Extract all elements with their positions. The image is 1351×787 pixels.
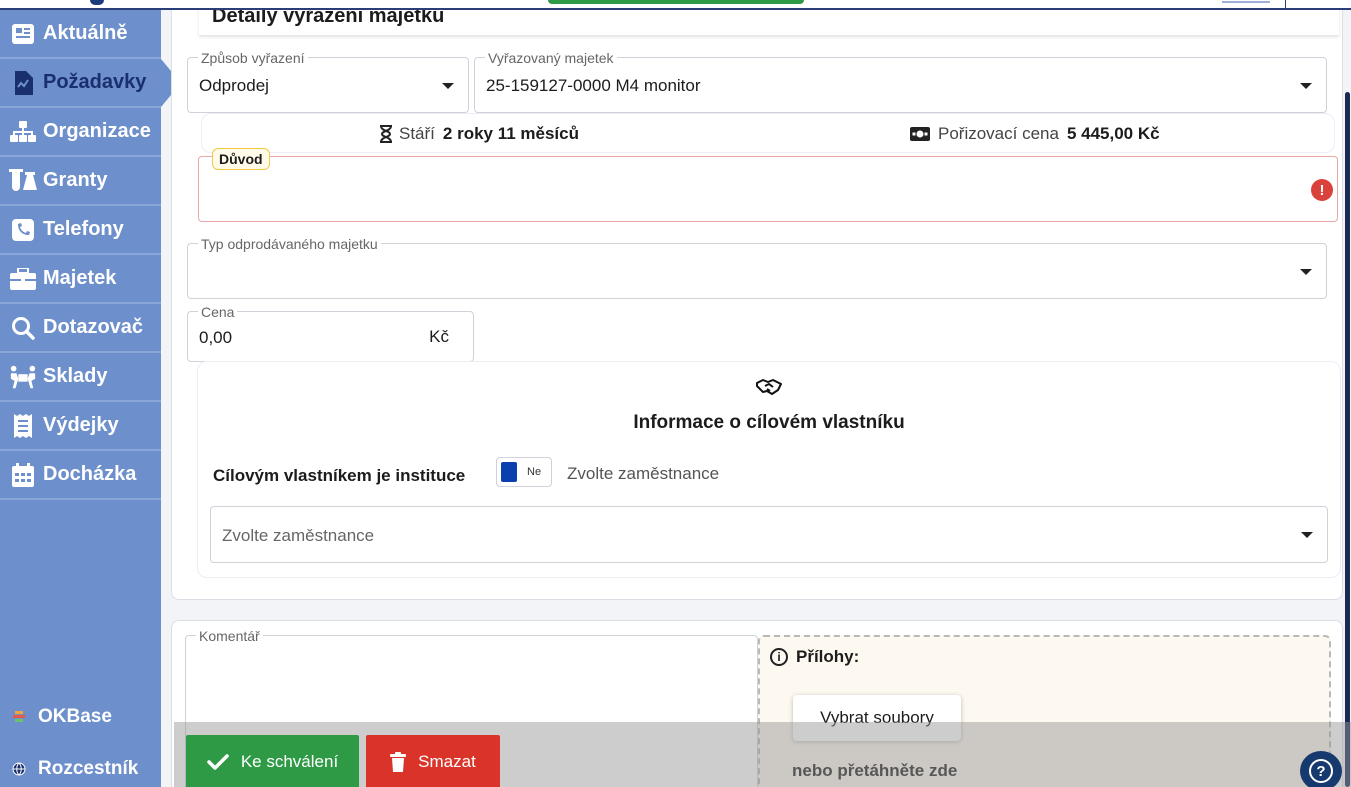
top-bar (0, 0, 1351, 10)
sidebar-item-label: Výdejky (43, 414, 119, 436)
sidebar-item-label: Aktuálně (43, 22, 128, 44)
asset-age-value: 2 roky 11 měsíců (442, 124, 579, 143)
check-icon (207, 754, 229, 770)
submit-for-approval-label: Ke schválení (240, 752, 339, 771)
sidebar-item-label: Majetek (43, 267, 117, 289)
main-content: Detaily vyřazení majetku Způsob vyřazení… (161, 10, 1351, 787)
sidebar-item-label: Sklady (43, 365, 108, 387)
price-value: 0,00 (199, 328, 233, 347)
purchase-price-label: Pořizovací cena (938, 124, 1059, 143)
sidebar-item-label: Docházka (43, 463, 137, 485)
request-icon (9, 70, 37, 95)
hourglass-icon (379, 125, 393, 143)
delete-button[interactable]: Smazat (366, 735, 500, 787)
asset-select[interactable]: Vyřazovaný majetek 25-159127-0000 M4 mon… (474, 50, 1327, 113)
section-title-text: Detaily vyřazení majetku (212, 10, 445, 27)
sidebar-item-label: Organizace (43, 120, 151, 142)
disposal-method-value: Odprodej (199, 76, 269, 95)
price-input[interactable]: Cena 0,00 Kč (187, 304, 474, 362)
submit-for-approval-button[interactable]: Ke schválení (186, 735, 359, 787)
flask-icon (9, 168, 37, 193)
sidebar-item-dotazovac[interactable]: Dotazovač (0, 304, 161, 353)
sidebar-item-label: Požadavky (43, 71, 147, 93)
asset-age: Stáří 2 roky 11 měsíců (379, 124, 579, 144)
people-carry-icon (9, 365, 37, 389)
top-bar-divider (1285, 0, 1286, 10)
reason-input[interactable]: Důvod ! (198, 148, 1338, 222)
money-bill-icon (910, 127, 930, 141)
chevron-down-icon (442, 83, 454, 89)
asset-value: 25-159127-0000 M4 monitor (486, 76, 701, 95)
sidebar-item-majetek[interactable]: Majetek (0, 255, 161, 304)
sidebar-item-aktualne[interactable]: Aktuálně (0, 10, 161, 59)
sidebar-link-label: Rozcestník (38, 758, 139, 779)
sidebar-item-organizace[interactable]: Organizace (0, 108, 161, 157)
sidebar-link-rozcestnik[interactable]: Rozcestník (12, 758, 138, 780)
logo-mark (90, 0, 104, 5)
sidebar-item-vydejky[interactable]: Výdejky (0, 402, 161, 451)
trash-icon (390, 752, 407, 772)
info-icon: i (770, 648, 788, 666)
sidebar-link-okbase[interactable]: OKBase (12, 706, 112, 728)
newspaper-icon (9, 22, 37, 46)
phone-icon (9, 218, 37, 242)
asset-age-label: Stáří (399, 124, 435, 143)
disposal-details-card: Detaily vyřazení majetku Způsob vyřazení… (171, 10, 1343, 600)
search-icon (9, 316, 37, 340)
handshake-icon (755, 377, 783, 397)
sidebar-item-label: Dotazovač (43, 316, 144, 338)
sidebar-item-granty[interactable]: Granty (0, 157, 161, 206)
delete-label: Smazat (418, 752, 476, 771)
target-owner-title: Informace o cílovém vlastníku (633, 412, 905, 433)
sidebar-item-dochazka[interactable]: Docházka (0, 451, 161, 500)
action-bar: Ke schválení Smazat (174, 722, 1351, 787)
asset-purchase-price: Pořizovací cena 5 445,00 Kč (910, 124, 1160, 144)
user-menu-mark[interactable] (1222, 0, 1270, 3)
briefcase-icon (9, 267, 37, 291)
question-icon: ? (1309, 759, 1333, 783)
notification-strip (548, 0, 804, 4)
chevron-down-icon (1301, 532, 1313, 538)
okbase-icon (12, 710, 26, 724)
toggle-value: Ne (527, 466, 542, 478)
sidebar-link-label: OKBase (38, 706, 112, 727)
employee-select[interactable]: Zvolte zaměstnance (210, 506, 1328, 563)
calendar-icon (9, 462, 37, 487)
attachments-title: i Přílohy: (770, 647, 859, 667)
globe-icon (12, 762, 26, 776)
sidebar-item-sklady[interactable]: Sklady (0, 353, 161, 402)
sidebar-item-telefony[interactable]: Telefony (0, 206, 161, 255)
purchase-price-value: 5 445,00 Kč (1066, 124, 1160, 143)
scrollbar[interactable] (1345, 92, 1350, 787)
toggle-hint: Zvolte zaměstnance (567, 464, 720, 483)
price-unit: Kč (429, 327, 449, 346)
institution-owner-label: Cílovým vlastníkem je instituce (213, 466, 466, 485)
institution-owner-toggle[interactable]: Ne (496, 457, 552, 487)
section-title: Detaily vyřazení majetku (199, 10, 1339, 35)
sold-asset-type-select[interactable]: Typ odprodávaného majetku (187, 236, 1327, 299)
asset-label: Vyřazovaný majetek (485, 50, 617, 66)
chevron-down-icon (1300, 269, 1312, 275)
sidebar-item-label: Telefony (43, 218, 124, 240)
org-chart-icon (9, 120, 37, 144)
sidebar-item-label: Granty (43, 169, 108, 191)
disposal-method-select[interactable]: Způsob vyřazení Odprodej (187, 50, 469, 113)
receipt-icon (9, 413, 37, 438)
attachments-title-text: Přílohy: (796, 647, 860, 666)
sidebar-item-pozadavky[interactable]: Požadavky (0, 59, 181, 108)
disposal-method-label: Způsob vyřazení (198, 50, 308, 66)
sidebar: Aktuálně Požadavky Organizace Granty Tel… (0, 10, 181, 787)
employee-placeholder: Zvolte zaměstnance (222, 526, 375, 545)
help-button[interactable]: ? (1300, 751, 1342, 787)
chevron-down-icon (1300, 83, 1312, 89)
comment-label: Komentář (196, 628, 263, 644)
error-icon: ! (1311, 179, 1333, 201)
price-label: Cena (198, 304, 238, 320)
target-owner-panel: Informace o cílovém vlastníku Cílovým vl… (197, 361, 1341, 578)
reason-label: Důvod (212, 148, 270, 170)
toggle-knob (501, 462, 517, 482)
asset-info-row: Stáří 2 roky 11 měsíců Pořizovací cena 5… (201, 113, 1335, 153)
sold-asset-type-label: Typ odprodávaného majetku (198, 236, 381, 252)
